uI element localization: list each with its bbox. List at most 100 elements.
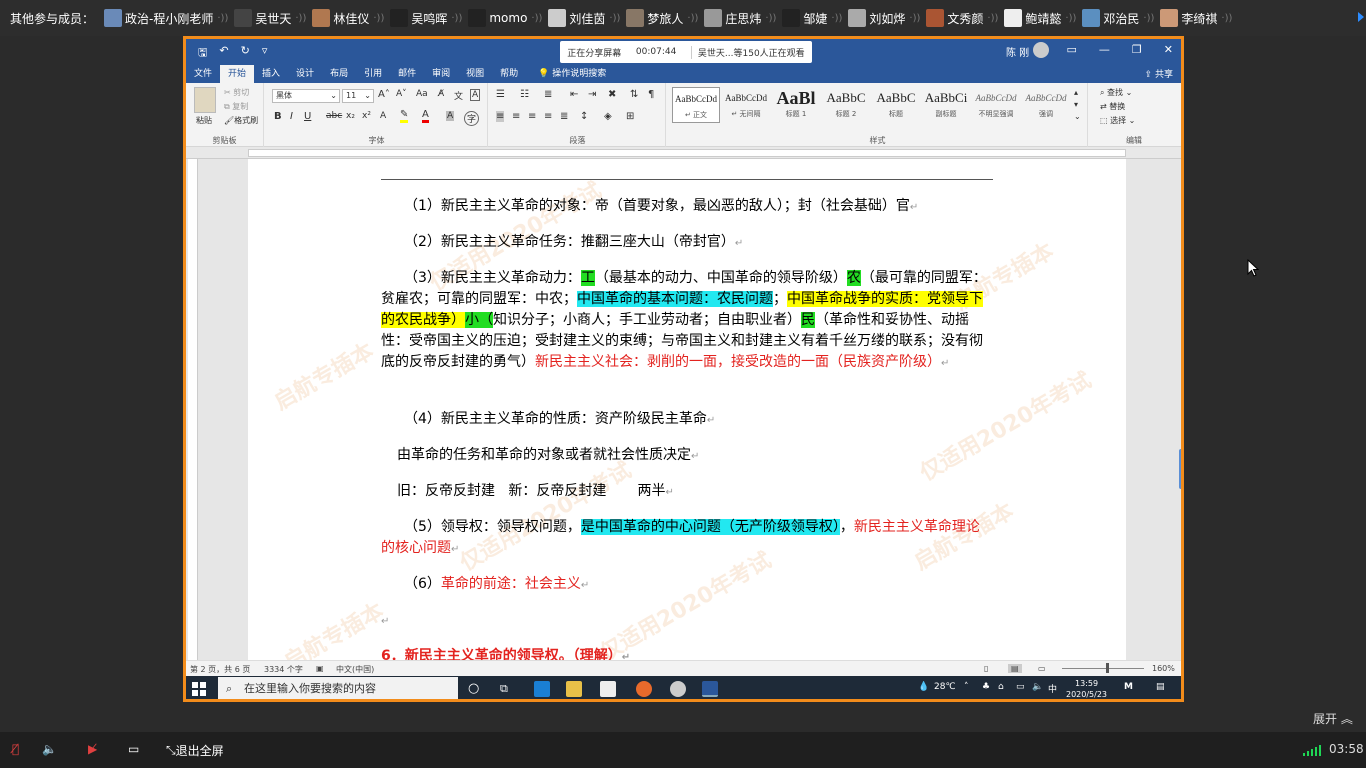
file-explorer-icon[interactable] [566, 681, 582, 697]
firefox-icon[interactable] [636, 681, 652, 697]
zoom-slider[interactable] [1062, 668, 1144, 669]
style-item[interactable]: AaBbCcDd ↵ 正文 [672, 87, 720, 123]
clear-format-icon[interactable]: A̸ [438, 89, 444, 99]
store-icon[interactable] [600, 681, 616, 697]
align-left-icon[interactable]: ≡ [496, 111, 505, 122]
save-icon[interactable]: 🖫 [198, 44, 207, 63]
expand-button[interactable]: 展开 ︽ [1313, 710, 1353, 727]
edge-icon[interactable] [534, 681, 550, 697]
tab-layout[interactable]: 布局 [322, 65, 356, 83]
ribbon-display-icon[interactable]: ▭ [1067, 43, 1077, 56]
underline-icon[interactable]: U [304, 111, 311, 122]
tab-help[interactable]: 帮助 [492, 65, 526, 83]
char-border-icon[interactable]: A [470, 89, 481, 101]
style-item[interactable]: AaBbCcDd 强调 [1022, 87, 1070, 123]
style-item[interactable]: AaBbC 标题 2 [822, 87, 870, 123]
member-item[interactable]: 林佳仪 ·)) [312, 9, 384, 27]
style-item[interactable]: AaBbC 标题 [872, 87, 920, 123]
customize-quick-access-icon[interactable]: ▿ [262, 44, 268, 63]
member-item[interactable]: 梦旅人 ·)) [626, 9, 698, 27]
multilevel-list-icon[interactable]: ≣ [544, 89, 552, 100]
superscript-icon[interactable]: x² [362, 111, 371, 121]
document-page[interactable]: 仅适用2020年考试 启航专插本 启航专插本 仅适用2020年考试 仅适用202… [248, 159, 1126, 660]
borders-icon[interactable]: ⊞ [626, 111, 634, 122]
volume-icon[interactable]: 🔈 [1032, 682, 1043, 692]
tab-insert[interactable]: 插入 [254, 65, 288, 83]
paste-button[interactable]: 粘贴 [196, 115, 212, 126]
avatar[interactable] [1033, 42, 1049, 58]
meet-now-icon[interactable]: M [1124, 682, 1133, 692]
member-item[interactable]: 鲍靖懿 ·)) [1004, 9, 1076, 27]
member-item[interactable]: 吴鸣晖 ·)) [390, 9, 462, 27]
tray-app-icon[interactable]: ♣ [982, 682, 990, 692]
screen-share-icon[interactable]: ▭ [128, 742, 139, 756]
exit-fullscreen-button[interactable]: ⤡ 退出全屏 [166, 742, 224, 759]
paste-icon[interactable] [194, 87, 216, 113]
font-size-select[interactable]: 11 ⌄ [342, 89, 374, 103]
strikethrough-icon[interactable]: abc [326, 111, 342, 121]
tab-review[interactable]: 审阅 [424, 65, 458, 83]
member-item[interactable]: 李绮祺 ·)) [1160, 9, 1232, 27]
zoom-level[interactable]: 160% [1152, 664, 1175, 673]
tab-home[interactable]: 开始 [220, 65, 255, 83]
vertical-ruler[interactable] [188, 159, 198, 660]
styles-scroll-icon[interactable]: ▴ ▾ ⌄ [1074, 87, 1081, 123]
chinese-layout-icon[interactable]: ✖ [608, 89, 616, 100]
page-count[interactable]: 第 2 页，共 6 页 [190, 664, 250, 675]
horizontal-ruler[interactable] [186, 147, 1181, 159]
tab-view[interactable]: 视图 [458, 65, 492, 83]
italic-icon[interactable]: I [290, 111, 293, 122]
tab-references[interactable]: 引用 [356, 65, 390, 83]
style-item[interactable]: AaBl 标题 1 [772, 87, 820, 123]
enclose-char-icon[interactable]: 字 [464, 111, 480, 126]
format-painter-button[interactable]: 🖌格式刷 [224, 115, 258, 126]
temperature[interactable]: 28℃ [934, 682, 956, 692]
member-item[interactable]: 邹婕 ·)) [782, 9, 842, 27]
ime-indicator[interactable]: 中 [1048, 682, 1057, 695]
proofing-icon[interactable]: ▣ [316, 664, 324, 673]
numbering-icon[interactable]: ☷ [520, 89, 529, 100]
scrollbar-thumb[interactable] [1179, 449, 1181, 489]
style-item[interactable]: AaBbCcDd ↵ 无间隔 [722, 87, 770, 123]
sort-icon[interactable]: ⇅ [630, 89, 638, 100]
change-case-icon[interactable]: Aa [416, 89, 428, 99]
member-item[interactable]: 文秀颜 ·)) [926, 9, 998, 27]
notification-icon[interactable]: ▤ [1156, 682, 1165, 692]
word-icon[interactable] [702, 681, 718, 697]
minimize-icon[interactable]: — [1099, 43, 1110, 56]
member-item[interactable]: 邓治民 ·)) [1082, 9, 1154, 27]
mic-muted-icon[interactable]: 🎙̸ [12, 742, 19, 756]
redo-icon[interactable]: ↻ [241, 44, 250, 63]
style-item[interactable]: AaBbCcDd 不明显强调 [972, 87, 1020, 123]
show-marks-icon[interactable]: ¶ [648, 89, 654, 100]
undo-icon[interactable]: ↶ [219, 44, 228, 63]
decrease-indent-icon[interactable]: ⇤ [570, 89, 578, 100]
share-button[interactable]: ⇪ 共享 [1145, 67, 1173, 80]
cortana-icon[interactable]: ○ [468, 681, 484, 697]
member-item[interactable]: 政治-程小刚老师 ·)) [104, 9, 228, 27]
char-shading-icon[interactable]: A [446, 111, 455, 121]
find-button[interactable]: ⌕ 查找 ⌄ [1100, 87, 1132, 98]
speaker-icon[interactable]: 🔈 [42, 742, 57, 756]
copy-button[interactable]: ⧉ 复制 [224, 101, 248, 112]
bullets-icon[interactable]: ☰ [496, 89, 505, 100]
tab-mailings[interactable]: 邮件 [390, 65, 424, 83]
highlight-icon[interactable]: ✎ [400, 109, 409, 123]
tab-file[interactable]: 文件 [186, 65, 220, 83]
member-item[interactable]: 吴世天 ·)) [234, 9, 306, 27]
line-spacing-icon[interactable]: ↕ [580, 111, 588, 122]
weather-icon[interactable]: 💧 [918, 682, 929, 692]
battery-icon[interactable]: ▭ [1016, 682, 1025, 692]
windows-start-icon[interactable] [192, 682, 206, 696]
language-status[interactable]: 中文(中国) [336, 664, 374, 675]
task-view-icon[interactable]: ⧉ [500, 681, 516, 697]
taskbar-search[interactable]: ⌕ 在这里输入你要搜索的内容 [218, 677, 458, 699]
font-name-select[interactable]: 黑体 ⌄ [272, 89, 340, 103]
member-item[interactable]: momo ·)) [468, 9, 542, 27]
shrink-font-icon[interactable]: A˅ [396, 89, 407, 99]
tray-expand-icon[interactable]: ˄ [964, 682, 969, 692]
cut-button[interactable]: ✂ 剪切 [224, 87, 249, 98]
camera-off-icon[interactable]: ▶̸ [88, 742, 97, 756]
grow-font-icon[interactable]: A˄ [378, 89, 390, 100]
tab-design[interactable]: 设计 [288, 65, 322, 83]
